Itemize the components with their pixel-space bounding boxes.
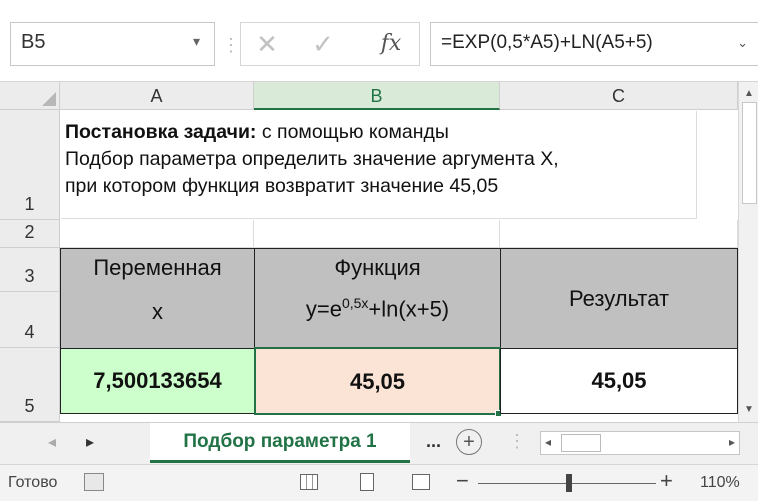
row-number: 4 <box>24 322 35 342</box>
formula-input[interactable]: =EXP(0,5*A5)+LN(A5+5) ⌄ <box>430 22 758 66</box>
header-variable-title: Переменная <box>93 255 222 280</box>
row-number: 5 <box>24 396 35 416</box>
next-sheet-icon[interactable]: ▸ <box>86 432 94 452</box>
cell-c5-result-value[interactable]: 45,05 <box>500 348 738 414</box>
scroll-thumb[interactable] <box>742 102 757 204</box>
column-header-b[interactable]: B <box>254 82 500 110</box>
vertical-scrollbar[interactable]: ▲ ▼ <box>738 82 758 422</box>
row-header-3[interactable]: 3 <box>0 248 60 292</box>
header-function-formula: y=e0,5x+ln(x+5) <box>255 295 500 322</box>
row-header-1[interactable]: 1 <box>0 110 60 220</box>
name-box-value: B5 <box>21 31 46 53</box>
row-number: 3 <box>24 266 35 286</box>
insert-function-button[interactable]: fx <box>369 23 413 65</box>
zoom-slider-thumb[interactable] <box>566 474 572 492</box>
more-sheets-button[interactable]: ... <box>426 431 441 452</box>
cell-a2[interactable] <box>60 220 254 248</box>
normal-view-icon[interactable] <box>300 474 318 490</box>
enter-icon[interactable]: ✓ <box>303 23 343 65</box>
formula-bar: B5 ▾ ⋮ ✕ ✓ fx =EXP(0,5*A5)+LN(A5+5) ⌄ <box>0 0 758 82</box>
row-header-4[interactable]: 4 <box>0 292 60 348</box>
tab-splitter[interactable]: ⋮ <box>508 431 526 452</box>
column-header-c[interactable]: C <box>500 82 738 110</box>
formula-base: y=e <box>305 296 342 322</box>
task-line-2: Подбор параметра определить значение арг… <box>65 148 559 170</box>
scroll-down-icon[interactable]: ▼ <box>739 404 758 415</box>
row-header-2[interactable]: 2 <box>0 220 60 248</box>
name-box-dropdown-icon[interactable]: ▾ <box>193 33 200 50</box>
new-sheet-button[interactable]: + <box>456 429 482 455</box>
task-description-cell[interactable]: Постановка задачи: с помощью команды Под… <box>61 111 697 219</box>
row-header-5[interactable]: 5 <box>0 348 60 422</box>
formula-exponent: 0,5x <box>341 295 369 311</box>
header-result[interactable]: Результат <box>500 248 738 349</box>
cell-a5-x-value[interactable]: 7,500133654 <box>60 348 255 414</box>
page-layout-view-icon[interactable] <box>360 473 374 491</box>
macro-recording-icon[interactable] <box>84 473 104 491</box>
header-variable[interactable]: Переменная x <box>60 248 255 349</box>
status-text: Готово <box>8 474 58 491</box>
formula-suffix: +ln(x+5) <box>368 296 450 322</box>
page-break-view-icon[interactable] <box>412 474 430 490</box>
expand-formula-bar-icon[interactable]: ⌄ <box>737 35 748 51</box>
zoom-in-button[interactable]: + <box>660 468 673 494</box>
hscroll-thumb[interactable] <box>561 434 601 452</box>
cell-c2[interactable] <box>500 220 738 248</box>
cancel-icon[interactable]: ✕ <box>247 23 287 65</box>
task-line-1-rest: с помощью команды <box>256 121 449 143</box>
sheet-tab-bar: ◂ ▸ Подбор параметра 1 ... + ⋮ ◂ ▸ <box>0 422 758 464</box>
formula-text: =EXP(0,5*A5)+LN(A5+5) <box>441 32 653 53</box>
select-all-button[interactable] <box>0 82 60 110</box>
scroll-right-icon[interactable]: ▸ <box>729 435 735 449</box>
prev-sheet-icon[interactable]: ◂ <box>48 432 56 452</box>
formula-bar-splitter[interactable]: ⋮ <box>222 25 240 65</box>
status-bar: Готово − + 110% <box>0 464 758 501</box>
name-box[interactable]: B5 ▾ <box>10 22 215 66</box>
zoom-level[interactable]: 110% <box>700 474 740 492</box>
row-number: 2 <box>24 222 35 242</box>
task-label: Постановка задачи: <box>65 121 257 143</box>
header-function[interactable]: Функция y=e0,5x+ln(x+5) <box>254 248 501 349</box>
column-header-a[interactable]: A <box>60 82 254 110</box>
task-line-3: при котором функция возвратит значение 4… <box>65 175 499 197</box>
scroll-left-icon[interactable]: ◂ <box>545 435 551 449</box>
row-number: 1 <box>24 194 35 214</box>
sheet-tab-active[interactable]: Подбор параметра 1 <box>150 423 410 463</box>
horizontal-scrollbar[interactable]: ◂ ▸ <box>540 431 740 455</box>
worksheet-grid: A B C 1 2 3 4 5 Постановка задачи: с пом… <box>0 82 758 422</box>
header-variable-symbol: x <box>152 299 163 324</box>
cell-b5-function-value[interactable]: 45,05 <box>254 347 501 415</box>
scroll-up-icon[interactable]: ▲ <box>739 88 758 99</box>
select-all-icon <box>42 92 56 106</box>
task-line-1: Постановка задачи: с помощью команды <box>65 119 696 146</box>
formula-buttons: ✕ ✓ fx <box>240 22 420 66</box>
zoom-out-button[interactable]: − <box>456 468 469 494</box>
header-function-title: Функция <box>334 255 421 280</box>
cell-b2[interactable] <box>254 220 500 248</box>
